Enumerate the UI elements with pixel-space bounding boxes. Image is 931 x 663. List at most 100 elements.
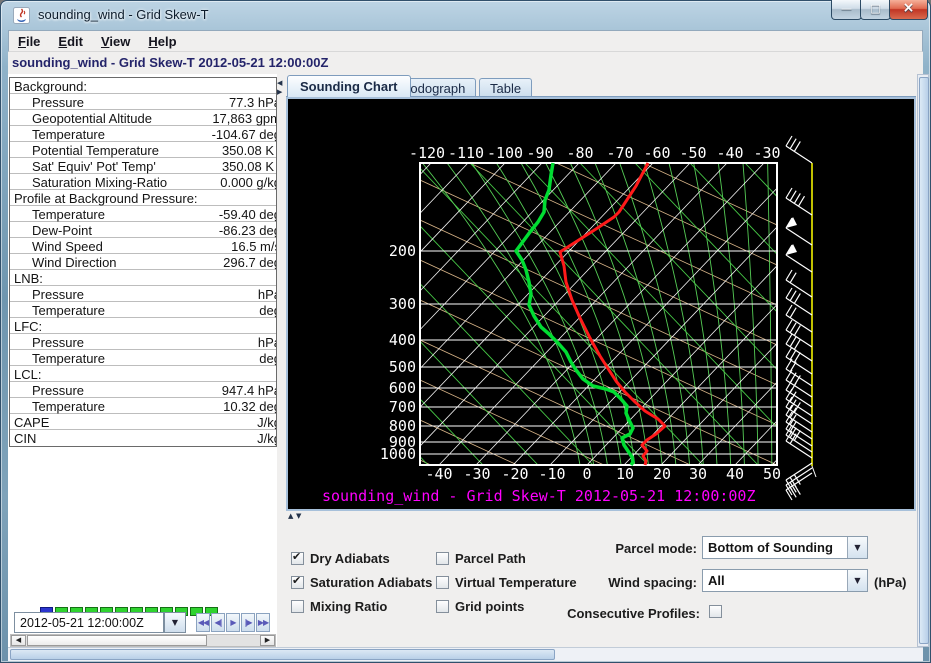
chevron-down-icon[interactable]: ▼: [847, 537, 867, 558]
property-value: hPa: [258, 335, 277, 350]
property-value: 350.08 K: [222, 159, 274, 174]
property-value: 350.08 K: [222, 143, 274, 158]
rewind-button[interactable]: ◀◀: [196, 613, 210, 632]
svg-text:0: 0: [582, 465, 591, 483]
svg-text:300: 300: [389, 295, 416, 313]
svg-text:40: 40: [726, 465, 744, 483]
dry-adiabats-label[interactable]: Dry Adiabats: [310, 551, 390, 566]
skewt-chart[interactable]: -120-110-100-90-80-70-60-50-40-30-40-30-…: [288, 99, 914, 509]
tab-sounding-chart[interactable]: Sounding Chart: [287, 75, 411, 97]
parcel-mode-select[interactable]: Bottom of Sounding ▼: [702, 536, 868, 559]
scrollbar-thumb[interactable]: [10, 649, 555, 660]
time-dropdown-button[interactable]: ▼: [164, 612, 186, 633]
menu-view[interactable]: View: [92, 32, 139, 51]
consecutive-profiles-checkbox[interactable]: [709, 605, 722, 618]
menu-help[interactable]: Help: [139, 32, 185, 51]
wind-spacing-label: Wind spacing:: [560, 575, 697, 590]
parcel-path-checkbox[interactable]: [436, 552, 449, 565]
minimize-button[interactable]: —: [831, 0, 862, 20]
title-bar[interactable]: sounding_wind - Grid Skew-T — □ ×: [0, 0, 931, 30]
virtual-temperature-checkbox[interactable]: [436, 576, 449, 589]
svg-text:500: 500: [389, 358, 416, 376]
scrollbar-thumb[interactable]: [919, 77, 929, 644]
svg-text:600: 600: [389, 379, 416, 397]
table-row: Geopotential Altitude17,863 gpm: [10, 110, 276, 126]
menu-file[interactable]: File: [9, 32, 49, 51]
property-label: CIN: [14, 431, 36, 446]
property-value: -104.67 deg: [212, 127, 277, 142]
dry-adiabats-checkbox[interactable]: [291, 552, 304, 565]
svg-text:-80: -80: [566, 144, 593, 162]
property-label: Dew-Point: [32, 223, 92, 238]
svg-text:20: 20: [653, 465, 671, 483]
split-divider[interactable]: ◀ ▶: [277, 74, 285, 647]
svg-text:-50: -50: [679, 144, 706, 162]
property-label: CAPE: [14, 415, 49, 430]
tab-table[interactable]: Table: [479, 78, 532, 97]
svg-text:700: 700: [389, 398, 416, 416]
close-button[interactable]: ×: [889, 0, 928, 20]
table-row: Profile at Background Pressure:: [10, 190, 276, 206]
expand-right-icon[interactable]: ▶: [277, 89, 282, 96]
left-panel-horizontal-scrollbar[interactable]: ◀ ▶: [10, 634, 276, 647]
expand-down-icon[interactable]: ▼: [296, 513, 301, 520]
table-row: Temperaturedeg: [10, 350, 276, 366]
parcel-path-label[interactable]: Parcel Path: [455, 551, 526, 566]
svg-text:-60: -60: [643, 144, 670, 162]
property-label: Wind Direction: [32, 255, 117, 270]
step-back-button[interactable]: ◀|: [211, 613, 225, 632]
chevron-down-icon[interactable]: ▼: [847, 570, 867, 591]
table-row: Temperaturedeg: [10, 302, 276, 318]
mixing-ratio-checkbox[interactable]: [291, 600, 304, 613]
property-value: hPa: [258, 287, 277, 302]
svg-text:50: 50: [763, 465, 781, 483]
property-value: deg: [259, 303, 277, 318]
step-forward-button[interactable]: |▶: [241, 613, 255, 632]
chart-panel: Sounding Chart Hodograph Table -120-110-…: [285, 74, 917, 647]
property-label: Pressure: [32, 287, 84, 302]
property-label: Temperature: [32, 127, 105, 142]
header-bar: sounding_wind - Grid Skew-T 2012-05-21 1…: [8, 52, 923, 74]
property-label: Profile at Background Pressure:: [14, 191, 198, 206]
svg-text:-30: -30: [463, 465, 490, 483]
property-label: Background:: [14, 79, 87, 94]
svg-text:sounding_wind - Grid Skew-T 20: sounding_wind - Grid Skew-T 2012-05-21 1…: [322, 487, 755, 505]
scroll-right-icon[interactable]: ▶: [260, 635, 275, 646]
table-row: Background:: [10, 78, 276, 94]
svg-text:400: 400: [389, 331, 416, 349]
scroll-left-icon[interactable]: ◀: [11, 635, 26, 646]
wind-spacing-select[interactable]: All ▼: [702, 569, 868, 592]
saturation-adiabats-label[interactable]: Saturation Adiabats: [310, 575, 432, 590]
time-select-input[interactable]: 2012-05-21 12:00:00Z: [14, 612, 164, 633]
scrollbar-thumb[interactable]: [27, 635, 207, 646]
horizontal-scrollbar[interactable]: [8, 647, 923, 661]
parcel-mode-value: Bottom of Sounding: [703, 540, 847, 555]
grid-points-checkbox[interactable]: [436, 600, 449, 613]
grid-points-label[interactable]: Grid points: [455, 599, 524, 614]
property-label: Wind Speed: [32, 239, 103, 254]
property-label: Potential Temperature: [32, 143, 159, 158]
collapse-up-icon[interactable]: ▲: [288, 513, 293, 520]
property-label: LNB:: [14, 271, 43, 286]
vertical-scrollbar[interactable]: [917, 74, 929, 647]
fast-forward-button[interactable]: ▶▶: [256, 613, 270, 632]
property-value: -59.40 deg: [219, 207, 277, 222]
table-row: LFC:: [10, 318, 276, 334]
play-button[interactable]: ▶: [226, 613, 240, 632]
property-value: 16.5 m/s: [231, 239, 277, 254]
parcel-mode-label: Parcel mode:: [560, 541, 697, 556]
property-label: Temperature: [32, 399, 105, 414]
table-row: CAPEJ/kg: [10, 414, 276, 430]
menu-edit[interactable]: Edit: [49, 32, 92, 51]
property-value: 296.7 deg: [223, 255, 277, 270]
property-label: Pressure: [32, 335, 84, 350]
table-row: Sat' Equiv' Pot' Temp'350.08 K: [10, 158, 276, 174]
collapse-left-icon[interactable]: ◀: [277, 80, 282, 87]
java-app-icon: [13, 7, 30, 24]
maximize-button[interactable]: □: [860, 0, 891, 20]
saturation-adiabats-checkbox[interactable]: [291, 576, 304, 589]
property-label: LCL:: [14, 367, 41, 382]
svg-text:-100: -100: [487, 144, 523, 162]
virtual-temperature-label[interactable]: Virtual Temperature: [455, 575, 577, 590]
mixing-ratio-label[interactable]: Mixing Ratio: [310, 599, 387, 614]
